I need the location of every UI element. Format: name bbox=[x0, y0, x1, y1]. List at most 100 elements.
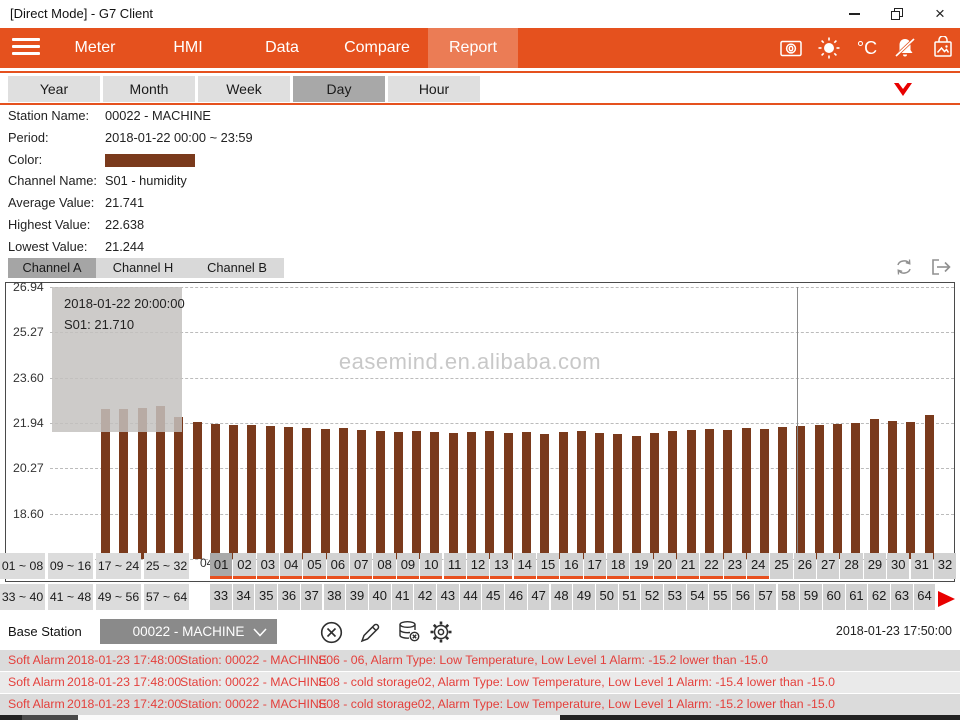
chart-bar-6[interactable] bbox=[193, 422, 202, 559]
close-button[interactable]: × bbox=[924, 0, 956, 28]
xaxis-cell-25[interactable]: 25 bbox=[770, 553, 792, 579]
xaxis-cell-27[interactable]: 27 bbox=[817, 553, 839, 579]
chart-bar-44[interactable] bbox=[888, 421, 897, 559]
settings-gear-icon[interactable] bbox=[428, 619, 454, 645]
chart-bar-35[interactable] bbox=[723, 430, 732, 559]
chart-bar-29[interactable] bbox=[613, 434, 622, 559]
snapshot-icon[interactable] bbox=[924, 28, 960, 68]
xaxis-cell-42[interactable]: 42 bbox=[414, 584, 436, 610]
chart-bar-19[interactable] bbox=[430, 432, 439, 559]
minimize-button[interactable] bbox=[838, 0, 870, 28]
export-icon[interactable] bbox=[930, 257, 952, 282]
camera-icon[interactable] bbox=[772, 28, 810, 68]
celsius-icon[interactable]: °C bbox=[848, 28, 886, 68]
chart-bar-8[interactable] bbox=[229, 425, 238, 559]
range-button-57~64[interactable]: 57 ~ 64 bbox=[144, 584, 189, 610]
xaxis-cell-40[interactable]: 40 bbox=[369, 584, 391, 610]
xaxis-cell-31[interactable]: 31 bbox=[911, 553, 933, 579]
chart-bar-22[interactable] bbox=[485, 431, 494, 559]
xaxis-cell-01[interactable]: 01 bbox=[210, 553, 232, 579]
range-button-01~08[interactable]: 01 ~ 08 bbox=[0, 553, 45, 579]
xaxis-cell-29[interactable]: 29 bbox=[864, 553, 886, 579]
period-tab-month[interactable]: Month bbox=[103, 76, 195, 102]
xaxis-cell-49[interactable]: 49 bbox=[573, 584, 595, 610]
xaxis-cell-21[interactable]: 21 bbox=[677, 553, 699, 579]
brightness-icon[interactable] bbox=[810, 28, 848, 68]
chart-bar-18[interactable] bbox=[412, 431, 421, 559]
alarm-mute-icon[interactable] bbox=[886, 28, 924, 68]
chart-bar-24[interactable] bbox=[522, 432, 531, 559]
channel-tab-channel-b[interactable]: Channel B bbox=[190, 258, 284, 278]
xaxis-cell-56[interactable]: 56 bbox=[732, 584, 754, 610]
chart-bar-26[interactable] bbox=[559, 432, 568, 559]
nav-item-data[interactable]: Data bbox=[237, 28, 327, 68]
xaxis-cell-24[interactable]: 24 bbox=[747, 553, 769, 579]
chart-bar-34[interactable] bbox=[705, 429, 714, 559]
chart-bar-15[interactable] bbox=[357, 430, 366, 559]
chart-bar-33[interactable] bbox=[687, 430, 696, 559]
xaxis-cell-20[interactable]: 20 bbox=[654, 553, 676, 579]
scrollbar-track-right[interactable] bbox=[560, 715, 960, 720]
chart-bar-10[interactable] bbox=[266, 426, 275, 559]
xaxis-cell-18[interactable]: 18 bbox=[607, 553, 629, 579]
scroll-down-arrow-icon[interactable] bbox=[893, 81, 913, 103]
edit-pencil-icon[interactable] bbox=[357, 619, 383, 645]
xaxis-cell-26[interactable]: 26 bbox=[794, 553, 816, 579]
chart-bar-12[interactable] bbox=[302, 428, 311, 559]
xaxis-cell-32[interactable]: 32 bbox=[934, 553, 956, 579]
xaxis-cell-58[interactable]: 58 bbox=[778, 584, 800, 610]
chart-bar-9[interactable] bbox=[247, 425, 256, 559]
nav-item-hmi[interactable]: HMI bbox=[143, 28, 233, 68]
period-tab-hour[interactable]: Hour bbox=[388, 76, 480, 102]
hamburger-menu-icon[interactable] bbox=[12, 38, 40, 56]
xaxis-cell-47[interactable]: 47 bbox=[528, 584, 550, 610]
chart-bar-25[interactable] bbox=[540, 434, 549, 559]
xaxis-cell-36[interactable]: 36 bbox=[278, 584, 300, 610]
chart-bar-42[interactable] bbox=[851, 423, 860, 559]
xaxis-cell-39[interactable]: 39 bbox=[346, 584, 368, 610]
chart-bar-45[interactable] bbox=[906, 422, 915, 559]
chart-bar-32[interactable] bbox=[668, 431, 677, 559]
xaxis-cell-33[interactable]: 33 bbox=[210, 584, 232, 610]
xaxis-cell-04[interactable]: 04 bbox=[280, 553, 302, 579]
chart-bar-21[interactable] bbox=[467, 432, 476, 559]
alarm-row-1[interactable]: Soft Alarm2018-01-23 17:48:00Station: 00… bbox=[0, 650, 960, 671]
xaxis-cell-05[interactable]: 05 bbox=[303, 553, 325, 579]
nav-item-meter[interactable]: Meter bbox=[50, 28, 140, 68]
xaxis-cell-28[interactable]: 28 bbox=[840, 553, 862, 579]
nav-item-compare[interactable]: Compare bbox=[332, 28, 422, 68]
range-button-25~32[interactable]: 25 ~ 32 bbox=[144, 553, 189, 579]
chart-bar-23[interactable] bbox=[504, 433, 513, 559]
xaxis-cell-64[interactable]: 64 bbox=[914, 584, 936, 610]
xaxis-cell-63[interactable]: 63 bbox=[891, 584, 913, 610]
chart-bar-27[interactable] bbox=[577, 431, 586, 559]
chart-bar-40[interactable] bbox=[815, 425, 824, 559]
xaxis-cell-12[interactable]: 12 bbox=[467, 553, 489, 579]
chart-bar-11[interactable] bbox=[284, 427, 293, 559]
xaxis-cell-54[interactable]: 54 bbox=[687, 584, 709, 610]
chart-bar-16[interactable] bbox=[376, 431, 385, 559]
alarm-row-2[interactable]: Soft Alarm2018-01-23 17:48:00Station: 00… bbox=[0, 672, 960, 693]
xaxis-cell-14[interactable]: 14 bbox=[514, 553, 536, 579]
chart-bar-43[interactable] bbox=[870, 419, 879, 559]
xaxis-cell-16[interactable]: 16 bbox=[560, 553, 582, 579]
range-button-09~16[interactable]: 09 ~ 16 bbox=[48, 553, 93, 579]
xaxis-cell-17[interactable]: 17 bbox=[584, 553, 606, 579]
channel-tab-channel-h[interactable]: Channel H bbox=[96, 258, 190, 278]
xaxis-cell-23[interactable]: 23 bbox=[724, 553, 746, 579]
xaxis-cell-13[interactable]: 13 bbox=[490, 553, 512, 579]
chart-bar-30[interactable] bbox=[632, 436, 641, 559]
chart-bar-31[interactable] bbox=[650, 433, 659, 559]
xaxis-cell-35[interactable]: 35 bbox=[255, 584, 277, 610]
xaxis-cell-53[interactable]: 53 bbox=[664, 584, 686, 610]
scrollbar-track-left[interactable] bbox=[22, 715, 78, 720]
xaxis-cell-08[interactable]: 08 bbox=[373, 553, 395, 579]
alarm-row-3[interactable]: Soft Alarm2018-01-23 17:42:00Station: 00… bbox=[0, 694, 960, 715]
xaxis-cell-06[interactable]: 06 bbox=[327, 553, 349, 579]
chart-bar-5[interactable] bbox=[174, 417, 183, 559]
xaxis-cell-11[interactable]: 11 bbox=[444, 553, 466, 579]
xaxis-cell-62[interactable]: 62 bbox=[868, 584, 890, 610]
period-tab-week[interactable]: Week bbox=[198, 76, 290, 102]
xaxis-cell-55[interactable]: 55 bbox=[709, 584, 731, 610]
chart-bar-46[interactable] bbox=[925, 415, 934, 559]
